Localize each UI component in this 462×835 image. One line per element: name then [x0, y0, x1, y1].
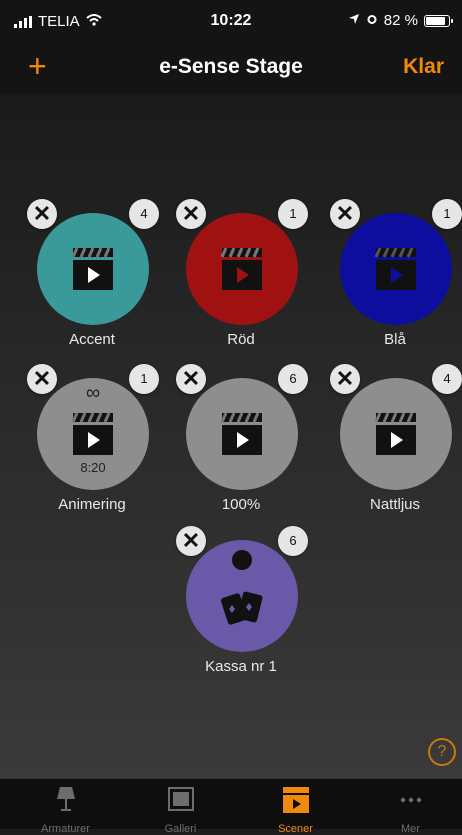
remove-scene-button[interactable]: ✕	[27, 199, 57, 229]
fixture-count-badge: 6	[278, 526, 308, 556]
remove-scene-button[interactable]: ✕	[176, 364, 206, 394]
clapperboard-icon	[374, 248, 416, 290]
nav-bar: + e-Sense Stage Klar	[0, 40, 462, 94]
tab-label: Mer	[401, 823, 420, 835]
scene-circle[interactable]	[37, 213, 149, 325]
tab-scener[interactable]: Scener	[238, 779, 353, 835]
scene-label: Kassa nr 1	[205, 658, 277, 675]
scene-circle[interactable]	[186, 378, 298, 490]
battery-percent: 82 %	[383, 12, 418, 29]
gallery-icon	[167, 787, 194, 811]
remove-scene-button[interactable]: ✕	[176, 199, 206, 229]
status-right: 82 %	[348, 12, 453, 29]
clapperboard-icon	[220, 248, 262, 290]
scene-label: Röd	[227, 331, 255, 348]
remove-scene-button[interactable]: ✕	[176, 526, 206, 556]
scene-circle[interactable]	[340, 213, 452, 325]
remove-scene-button[interactable]: ✕	[330, 364, 360, 394]
scene-circle[interactable]	[186, 540, 298, 652]
fixture-count-badge: 1	[278, 199, 308, 229]
clapperboard-icon	[374, 413, 416, 455]
remove-scene-button[interactable]: ✕	[27, 364, 57, 394]
tab-bar: Armaturer Galleri Scener Mer	[0, 778, 462, 835]
tab-mer[interactable]: Mer	[353, 779, 462, 835]
scene-label: Accent	[69, 331, 115, 348]
scenes-icon	[282, 787, 309, 813]
clapperboard-icon	[220, 413, 262, 455]
scene-label: Animering	[58, 496, 126, 513]
more-icon	[400, 797, 421, 803]
remove-scene-button[interactable]: ✕	[330, 199, 360, 229]
animation-duration: 8:20	[80, 460, 106, 475]
alarm-icon	[366, 12, 378, 29]
location-icon	[348, 12, 360, 29]
status-bar: TELIA 10:22 82 %	[0, 0, 462, 40]
lamp-icon	[56, 787, 75, 811]
scene-circle[interactable]	[340, 378, 452, 490]
fixture-count-badge: 4	[129, 199, 159, 229]
clapperboard-icon	[71, 248, 113, 290]
scenes-grid: ✕ 4 Accent ✕ 1 Röd ✕ 1 Blå ∞ 8:20 ✕ 1 An…	[0, 94, 462, 778]
cards-icon	[220, 591, 263, 625]
page-title: e-Sense Stage	[159, 55, 303, 78]
tab-armaturer[interactable]: Armaturer	[8, 779, 123, 835]
tab-label: Galleri	[164, 823, 197, 835]
scene-label: Blå	[384, 331, 406, 348]
clapperboard-icon	[71, 413, 113, 455]
fixture-count-badge: 4	[432, 364, 462, 394]
help-button[interactable]: ?	[428, 738, 456, 766]
fixture-count-badge: 1	[432, 199, 462, 229]
tab-label: Scener	[278, 823, 313, 835]
scene-circle[interactable]	[186, 213, 298, 325]
scene-circle[interactable]: ∞ 8:20	[37, 378, 149, 490]
done-button[interactable]: Klar	[403, 55, 444, 79]
battery-icon	[424, 14, 453, 27]
scene-label: 100%	[221, 496, 261, 513]
tab-galleri[interactable]: Galleri	[123, 779, 238, 835]
tab-label: Armaturer	[41, 823, 90, 835]
scene-label: Nattljus	[369, 496, 421, 513]
dot-icon	[232, 550, 252, 570]
fixture-count-badge: 1	[129, 364, 159, 394]
fixture-count-badge: 6	[278, 364, 308, 394]
